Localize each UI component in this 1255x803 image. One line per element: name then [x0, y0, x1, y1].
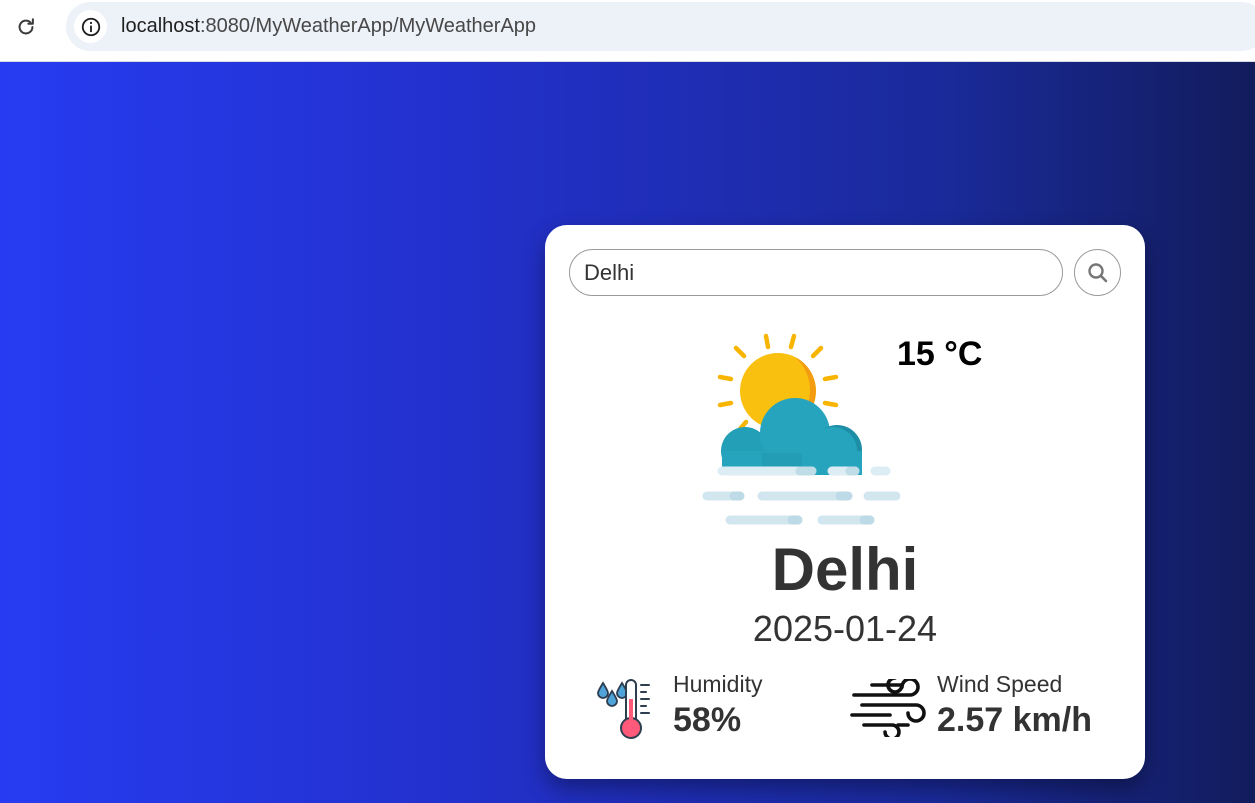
browser-toolbar: localhost:8080/MyWeatherApp/MyWeatherApp [0, 0, 1255, 62]
wind-icon [850, 679, 926, 737]
humidity-value: 58% [673, 701, 742, 739]
site-info-button[interactable] [74, 10, 107, 43]
address-bar[interactable]: localhost:8080/MyWeatherApp/MyWeatherApp [66, 2, 1255, 51]
search-button[interactable] [1074, 249, 1121, 296]
weather-card: 15 °C Delhi 2025-01-24 Humidity 58% [545, 225, 1145, 779]
humidity-label: Humidity [673, 671, 763, 697]
url-text[interactable]: localhost:8080/MyWeatherApp/MyWeatherApp [121, 15, 536, 38]
humidity-thermometer-icon [597, 679, 650, 739]
search-icon [1087, 262, 1107, 282]
url-host: localhost [121, 15, 200, 37]
city-name: Delhi [771, 536, 919, 603]
city-search-input[interactable] [569, 249, 1063, 296]
date-text: 2025-01-24 [752, 608, 938, 649]
url-path: :8080/MyWeatherApp/MyWeatherApp [199, 15, 537, 37]
page-background: 15 °C Delhi 2025-01-24 Humidity 58% [0, 62, 1255, 803]
reload-button[interactable] [10, 11, 42, 43]
partly-cloudy-fog-icon [702, 333, 900, 525]
info-icon [81, 17, 100, 36]
wind-speed-value: 2.57 km/h [937, 701, 1092, 739]
temperature-value: 15 °C [897, 335, 983, 373]
wind-speed-label: Wind Speed [937, 671, 1063, 697]
reload-icon [18, 18, 34, 35]
